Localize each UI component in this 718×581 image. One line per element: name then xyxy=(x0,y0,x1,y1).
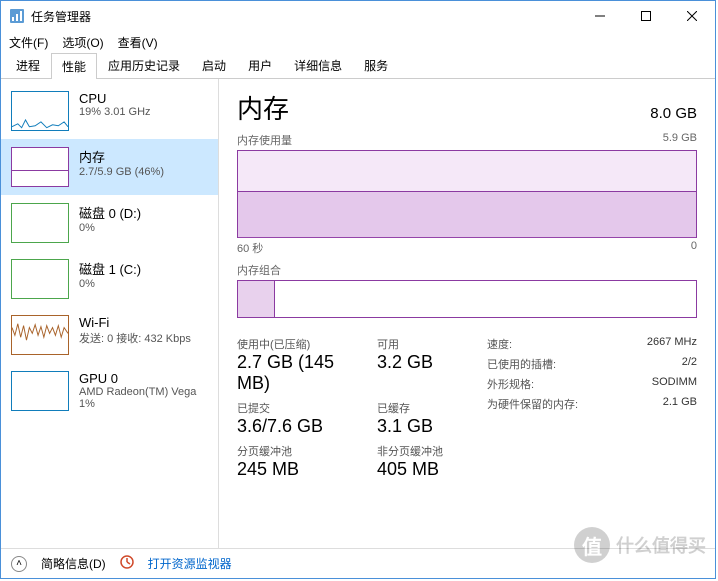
sidebar-text: GPU 0 AMD Radeon(TM) Vega 1% xyxy=(79,371,196,410)
maximize-button[interactable] xyxy=(623,1,669,31)
sidebar-item-sub: AMD Radeon(TM) Vega xyxy=(79,386,196,398)
stat-paged-value: 245 MB xyxy=(237,459,367,480)
sidebar-item-gpu[interactable]: GPU 0 AMD Radeon(TM) Vega 1% xyxy=(1,363,218,419)
app-icon xyxy=(9,8,25,24)
detail-speed-value: 2667 MHz xyxy=(647,336,697,352)
footer: ˄ 简略信息(D) 打开资源监视器 xyxy=(1,548,715,578)
tab-services[interactable]: 服务 xyxy=(353,52,399,78)
sidebar-item-title: 磁盘 0 (D:) xyxy=(79,203,141,222)
sidebar-item-title: 磁盘 1 (C:) xyxy=(79,259,141,278)
gpu-thumbnail xyxy=(11,371,69,411)
stat-committed-label: 已提交 xyxy=(237,400,367,416)
detail-slots-value: 2/2 xyxy=(682,356,697,372)
menu-file[interactable]: 文件(F) xyxy=(9,34,48,51)
content-area: CPU 19% 3.01 GHz 内存 2.7/5.9 GB (46%) 磁盘 … xyxy=(1,79,715,548)
stat-nonpaged-value: 405 MB xyxy=(377,459,477,480)
composition-label-text: 内存组合 xyxy=(237,262,281,278)
cpu-thumbnail xyxy=(11,91,69,131)
sidebar-item-memory[interactable]: 内存 2.7/5.9 GB (46%) xyxy=(1,139,218,195)
sidebar-item-disk0[interactable]: 磁盘 0 (D:) 0% xyxy=(1,195,218,251)
detail-reserved-value: 2.1 GB xyxy=(663,396,697,412)
stats-area: 使用中(已压缩) 2.7 GB (145 MB) 可用 3.2 GB 已提交 3… xyxy=(237,336,697,480)
stats-grid: 使用中(已压缩) 2.7 GB (145 MB) 可用 3.2 GB 已提交 3… xyxy=(237,336,477,480)
usage-label-text: 内存使用量 xyxy=(237,132,292,148)
usage-max-text: 5.9 GB xyxy=(663,132,697,148)
task-manager-window: 任务管理器 文件(F) 选项(O) 查看(V) 进程 性能 应用历史记录 启动 … xyxy=(0,0,716,579)
sidebar-item-sub: 0% xyxy=(79,222,141,234)
tab-details[interactable]: 详细信息 xyxy=(283,52,353,78)
tab-performance[interactable]: 性能 xyxy=(51,53,97,79)
usage-chart-label: 内存使用量 5.9 GB xyxy=(237,132,697,148)
tab-startup[interactable]: 启动 xyxy=(191,52,237,78)
sidebar-item-wifi[interactable]: Wi-Fi 发送: 0 接收: 432 Kbps xyxy=(1,307,218,363)
chart-x-axis: 60 秒 0 xyxy=(237,240,697,256)
fewer-details-link[interactable]: 简略信息(D) xyxy=(41,555,106,572)
wifi-thumbnail xyxy=(11,315,69,355)
resmon-icon xyxy=(120,555,134,572)
chevron-up-icon[interactable]: ˄ xyxy=(11,556,27,572)
sidebar-text: 磁盘 1 (C:) 0% xyxy=(79,259,141,290)
sidebar-item-sub: 2.7/5.9 GB (46%) xyxy=(79,166,164,178)
memory-composition-chart xyxy=(237,280,697,318)
sidebar-item-sub: 0% xyxy=(79,278,141,290)
detail-speed-key: 速度: xyxy=(487,336,512,352)
sidebar-text: Wi-Fi 发送: 0 接收: 432 Kbps xyxy=(79,315,191,346)
details-list: 速度: 2667 MHz 已使用的插槽: 2/2 外形规格: SODIMM 为硬件保留… xyxy=(487,336,697,480)
disk-thumbnail xyxy=(11,259,69,299)
sidebar-item-sub: 发送: 0 接收: 432 Kbps xyxy=(79,330,191,346)
stat-cached-value: 3.1 GB xyxy=(377,416,477,437)
menubar: 文件(F) 选项(O) 查看(V) xyxy=(1,31,715,53)
sidebar-item-title: GPU 0 xyxy=(79,371,196,386)
stat-inuse-label: 使用中(已压缩) xyxy=(237,336,367,352)
menu-options[interactable]: 选项(O) xyxy=(62,34,103,51)
titlebar: 任务管理器 xyxy=(1,1,715,31)
menu-view[interactable]: 查看(V) xyxy=(118,34,158,51)
stat-nonpaged-label: 非分页缓冲池 xyxy=(377,443,477,459)
sidebar-item-sub2: 1% xyxy=(79,398,196,410)
stat-available-value: 3.2 GB xyxy=(377,352,477,373)
tabbar: 进程 性能 应用历史记录 启动 用户 详细信息 服务 xyxy=(1,53,715,79)
disk-thumbnail xyxy=(11,203,69,243)
sidebar-item-title: Wi-Fi xyxy=(79,315,191,330)
main-header: 内存 8.0 GB xyxy=(237,89,697,126)
stat-committed-value: 3.6/7.6 GB xyxy=(237,416,367,437)
x-axis-right: 0 xyxy=(691,240,697,256)
detail-slots-key: 已使用的插槽: xyxy=(487,356,556,372)
sidebar-text: CPU 19% 3.01 GHz xyxy=(79,91,151,118)
memory-thumbnail xyxy=(11,147,69,187)
detail-form-key: 外形规格: xyxy=(487,376,534,392)
window-title: 任务管理器 xyxy=(31,8,577,25)
sidebar-item-cpu[interactable]: CPU 19% 3.01 GHz xyxy=(1,83,218,139)
main-panel: 内存 8.0 GB 内存使用量 5.9 GB 60 秒 0 内存组合 使用中(已… xyxy=(219,79,715,548)
sidebar-item-sub: 19% 3.01 GHz xyxy=(79,106,151,118)
x-axis-left: 60 秒 xyxy=(237,240,263,256)
detail-reserved-key: 为硬件保留的内存: xyxy=(487,396,578,412)
memory-total: 8.0 GB xyxy=(650,105,697,122)
sidebar-item-title: 内存 xyxy=(79,147,164,166)
sidebar-text: 内存 2.7/5.9 GB (46%) xyxy=(79,147,164,178)
detail-form-value: SODIMM xyxy=(652,376,697,392)
stat-cached-label: 已缓存 xyxy=(377,400,477,416)
sidebar: CPU 19% 3.01 GHz 内存 2.7/5.9 GB (46%) 磁盘 … xyxy=(1,79,219,548)
close-button[interactable] xyxy=(669,1,715,31)
tab-app-history[interactable]: 应用历史记录 xyxy=(97,52,191,78)
memory-usage-chart xyxy=(237,150,697,238)
stat-inuse-value: 2.7 GB (145 MB) xyxy=(237,352,367,394)
sidebar-text: 磁盘 0 (D:) 0% xyxy=(79,203,141,234)
stat-available-label: 可用 xyxy=(377,336,477,352)
composition-label: 内存组合 xyxy=(237,262,697,278)
tab-processes[interactable]: 进程 xyxy=(5,52,51,78)
window-controls xyxy=(577,1,715,31)
sidebar-item-disk1[interactable]: 磁盘 1 (C:) 0% xyxy=(1,251,218,307)
page-title: 内存 xyxy=(237,89,289,126)
sidebar-item-title: CPU xyxy=(79,91,151,106)
tab-users[interactable]: 用户 xyxy=(237,52,283,78)
stat-paged-label: 分页缓冲池 xyxy=(237,443,367,459)
minimize-button[interactable] xyxy=(577,1,623,31)
open-resource-monitor-link[interactable]: 打开资源监视器 xyxy=(148,555,232,572)
